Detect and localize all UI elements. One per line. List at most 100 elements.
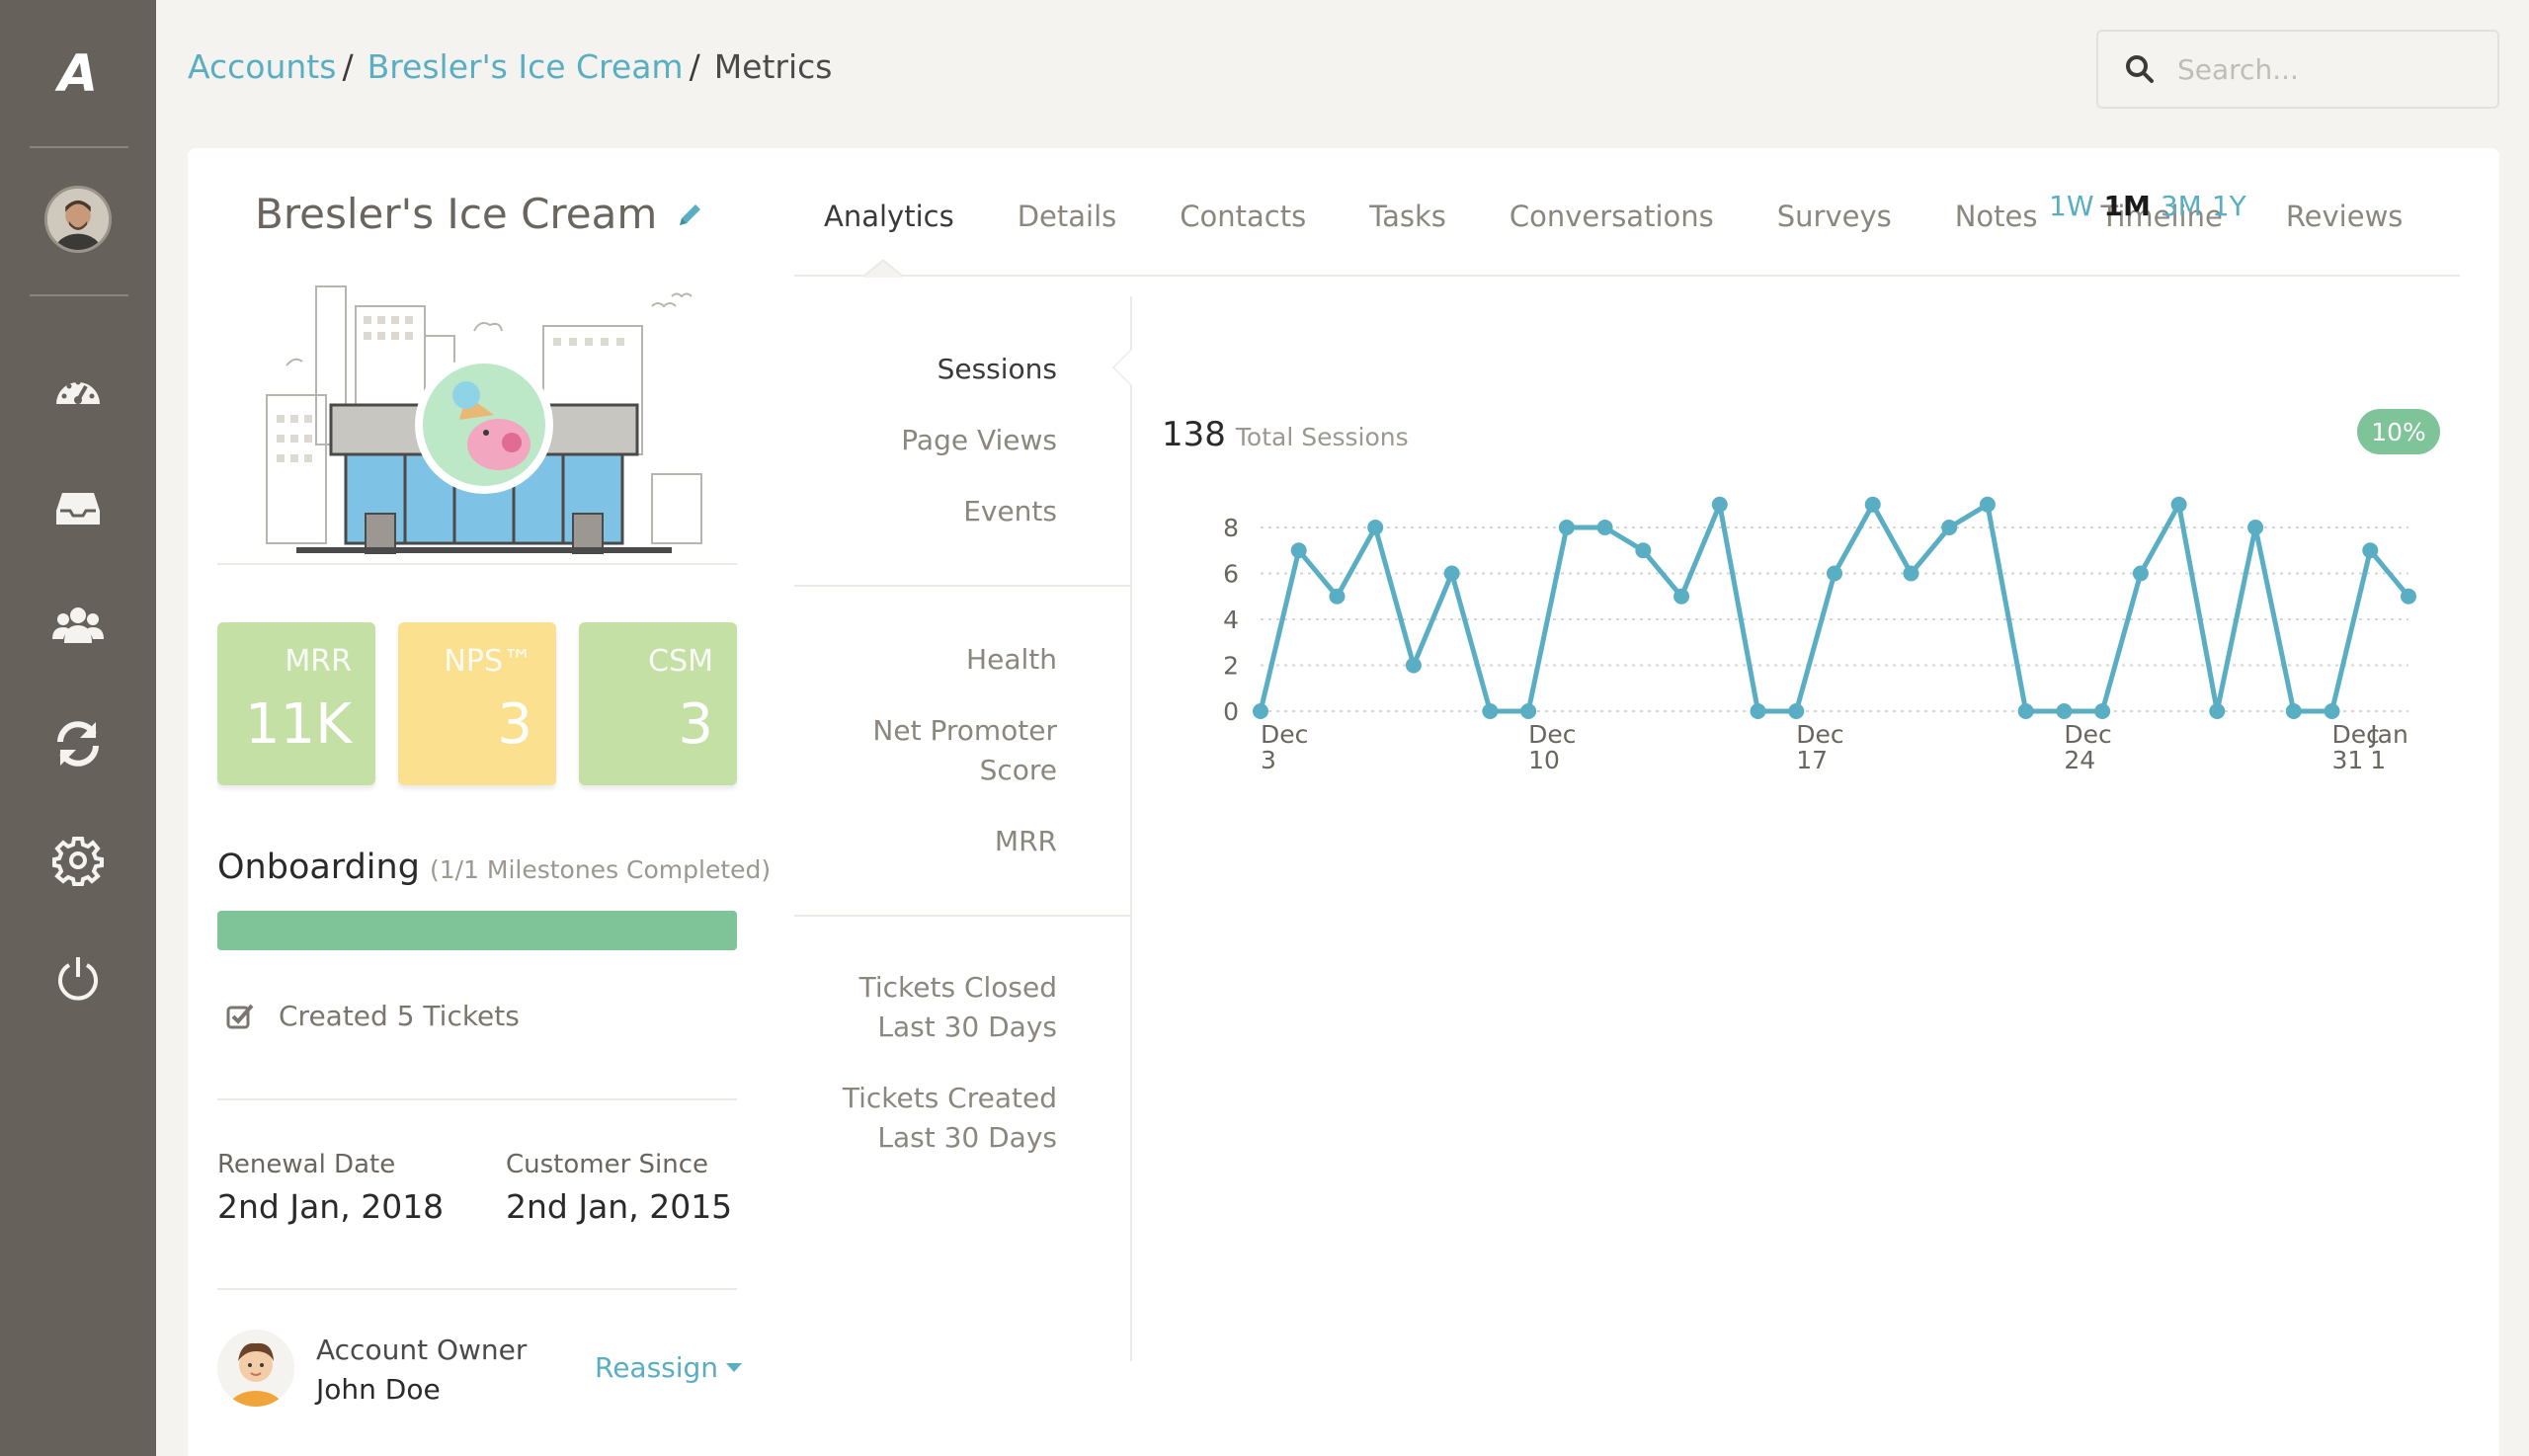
search-box xyxy=(2096,30,2499,109)
tab-contacts[interactable]: Contacts xyxy=(1180,200,1306,233)
x-tick-label: 10 xyxy=(1528,746,1560,774)
sessions-chart: 02468Dec3Dec10Dec17Dec24Dec31Jan1 xyxy=(1223,496,2416,774)
menu-health[interactable]: Health xyxy=(966,640,1057,680)
account-name: Bresler's Ice Cream xyxy=(255,190,658,238)
total-sessions-value: 138 xyxy=(1162,415,1226,454)
y-tick-label: 0 xyxy=(1223,697,1239,726)
refresh-icon[interactable] xyxy=(49,715,107,772)
total-sessions-label: Total Sessions xyxy=(1235,423,1409,451)
search-icon xyxy=(2126,55,2154,83)
tab-reviews[interactable]: Reviews xyxy=(2286,200,2404,233)
onboarding-subtitle: (1/1 Milestones Completed) xyxy=(429,855,772,884)
data-point xyxy=(1979,496,1996,513)
tab-conversations[interactable]: Conversations xyxy=(1509,200,1714,233)
data-point xyxy=(1903,565,1919,582)
milestone-label: Created 5 Tickets xyxy=(279,1000,520,1032)
range-1m[interactable]: 1M xyxy=(2104,190,2151,222)
dashboard-icon[interactable] xyxy=(49,364,107,421)
owner-avatar xyxy=(217,1330,294,1407)
data-point xyxy=(2132,565,2149,582)
data-point xyxy=(1443,565,1460,582)
data-point xyxy=(2362,542,2379,559)
breadcrumb-accounts[interactable]: Accounts xyxy=(188,47,336,86)
pencil-icon[interactable] xyxy=(676,200,705,229)
data-point xyxy=(2401,588,2416,605)
menu-nps-line2: Score xyxy=(979,754,1057,786)
breadcrumb-account[interactable]: Bresler's Ice Cream xyxy=(367,47,684,86)
tab-surveys[interactable]: Surveys xyxy=(1777,200,1892,233)
inbox-icon[interactable] xyxy=(49,480,107,537)
data-point xyxy=(1367,520,1384,535)
stat-mrr: MRR 11K xyxy=(217,622,375,785)
checkbox-icon xyxy=(226,1004,254,1028)
user-avatar-image xyxy=(47,189,109,250)
data-point xyxy=(1635,542,1652,559)
menu-page-views[interactable]: Page Views xyxy=(901,421,1057,460)
menu-events[interactable]: Events xyxy=(963,492,1057,531)
range-3m[interactable]: 3M xyxy=(2161,190,2202,222)
search-input[interactable] xyxy=(2177,52,2474,86)
account-card: Bresler's Ice Cream MRR 11K NPS™ 3 CSM 3… xyxy=(188,148,2499,1456)
sidebar-divider xyxy=(30,146,128,148)
data-point xyxy=(1290,542,1307,559)
stat-nps: NPS™ 3 xyxy=(398,622,556,785)
menu-border xyxy=(1130,296,1132,1361)
stat-value: 3 xyxy=(497,692,532,757)
users-icon[interactable] xyxy=(49,597,107,654)
data-point xyxy=(1711,496,1728,513)
data-point xyxy=(2017,703,2034,719)
data-point xyxy=(1864,496,1881,513)
data-point xyxy=(1558,520,1575,535)
sidebar: A xyxy=(0,0,156,1456)
owner-avatar-image xyxy=(217,1330,294,1407)
tab-notes[interactable]: Notes xyxy=(1955,200,2038,233)
menu-nps[interactable]: Net Promoter Score xyxy=(872,711,1057,790)
y-tick-label: 6 xyxy=(1223,560,1239,589)
onboarding-heading: Onboarding (1/1 Milestones Completed) xyxy=(217,848,771,887)
menu-sessions[interactable]: Sessions xyxy=(938,350,1057,389)
tab-tasks[interactable]: Tasks xyxy=(1369,200,1446,233)
menu-mrr[interactable]: MRR xyxy=(995,822,1057,861)
owner-name: John Doe xyxy=(316,1373,441,1406)
total-sessions: 138 Total Sessions xyxy=(1162,415,1409,454)
x-tick-label: Dec xyxy=(1796,720,1843,749)
data-point xyxy=(1750,703,1766,719)
range-1w[interactable]: 1W xyxy=(2049,190,2094,222)
x-tick-label: 3 xyxy=(1261,746,1276,774)
divider xyxy=(217,563,737,565)
breadcrumb: Accounts / Bresler's Ice Cream / Metrics xyxy=(188,47,832,86)
menu-tickets-closed[interactable]: Tickets Closed Last 30 Days xyxy=(859,968,1057,1047)
progress-fill xyxy=(217,911,737,950)
user-avatar[interactable] xyxy=(44,186,112,253)
data-point xyxy=(2285,703,2302,719)
sidebar-divider xyxy=(30,294,128,296)
data-point xyxy=(1405,657,1422,674)
data-point xyxy=(2324,703,2340,719)
reassign-dropdown[interactable]: Reassign xyxy=(595,1351,743,1384)
x-tick-label: Dec xyxy=(2064,720,2111,749)
menu-tickets-closed-line2: Last 30 Days xyxy=(877,1011,1057,1043)
data-point xyxy=(2247,520,2264,535)
menu-tickets-created[interactable]: Tickets Created Last 30 Days xyxy=(843,1079,1057,1158)
app-logo[interactable]: A xyxy=(0,40,156,109)
x-tick-label: Dec xyxy=(1261,720,1308,749)
y-tick-label: 8 xyxy=(1223,514,1239,542)
data-point xyxy=(2209,703,2226,719)
data-point xyxy=(1253,703,1268,719)
stat-csm: CSM 3 xyxy=(579,622,737,785)
power-icon[interactable] xyxy=(49,950,107,1008)
gear-icon[interactable] xyxy=(49,832,107,889)
x-tick-label: 24 xyxy=(2064,746,2095,774)
data-point xyxy=(2056,703,2073,719)
renewal-date-label: Renewal Date xyxy=(217,1150,396,1179)
stat-label: NPS™ xyxy=(444,644,532,679)
tab-analytics[interactable]: Analytics xyxy=(824,200,954,233)
caret-down-icon xyxy=(726,1363,743,1372)
data-point xyxy=(1596,520,1613,535)
tab-details[interactable]: Details xyxy=(1018,200,1117,233)
menu-tickets-closed-line1: Tickets Closed xyxy=(858,971,1057,1004)
stat-value: 11K xyxy=(245,692,352,757)
range-1y[interactable]: 1Y xyxy=(2212,190,2246,222)
divider xyxy=(217,1288,737,1290)
x-tick-label: 17 xyxy=(1796,746,1828,774)
